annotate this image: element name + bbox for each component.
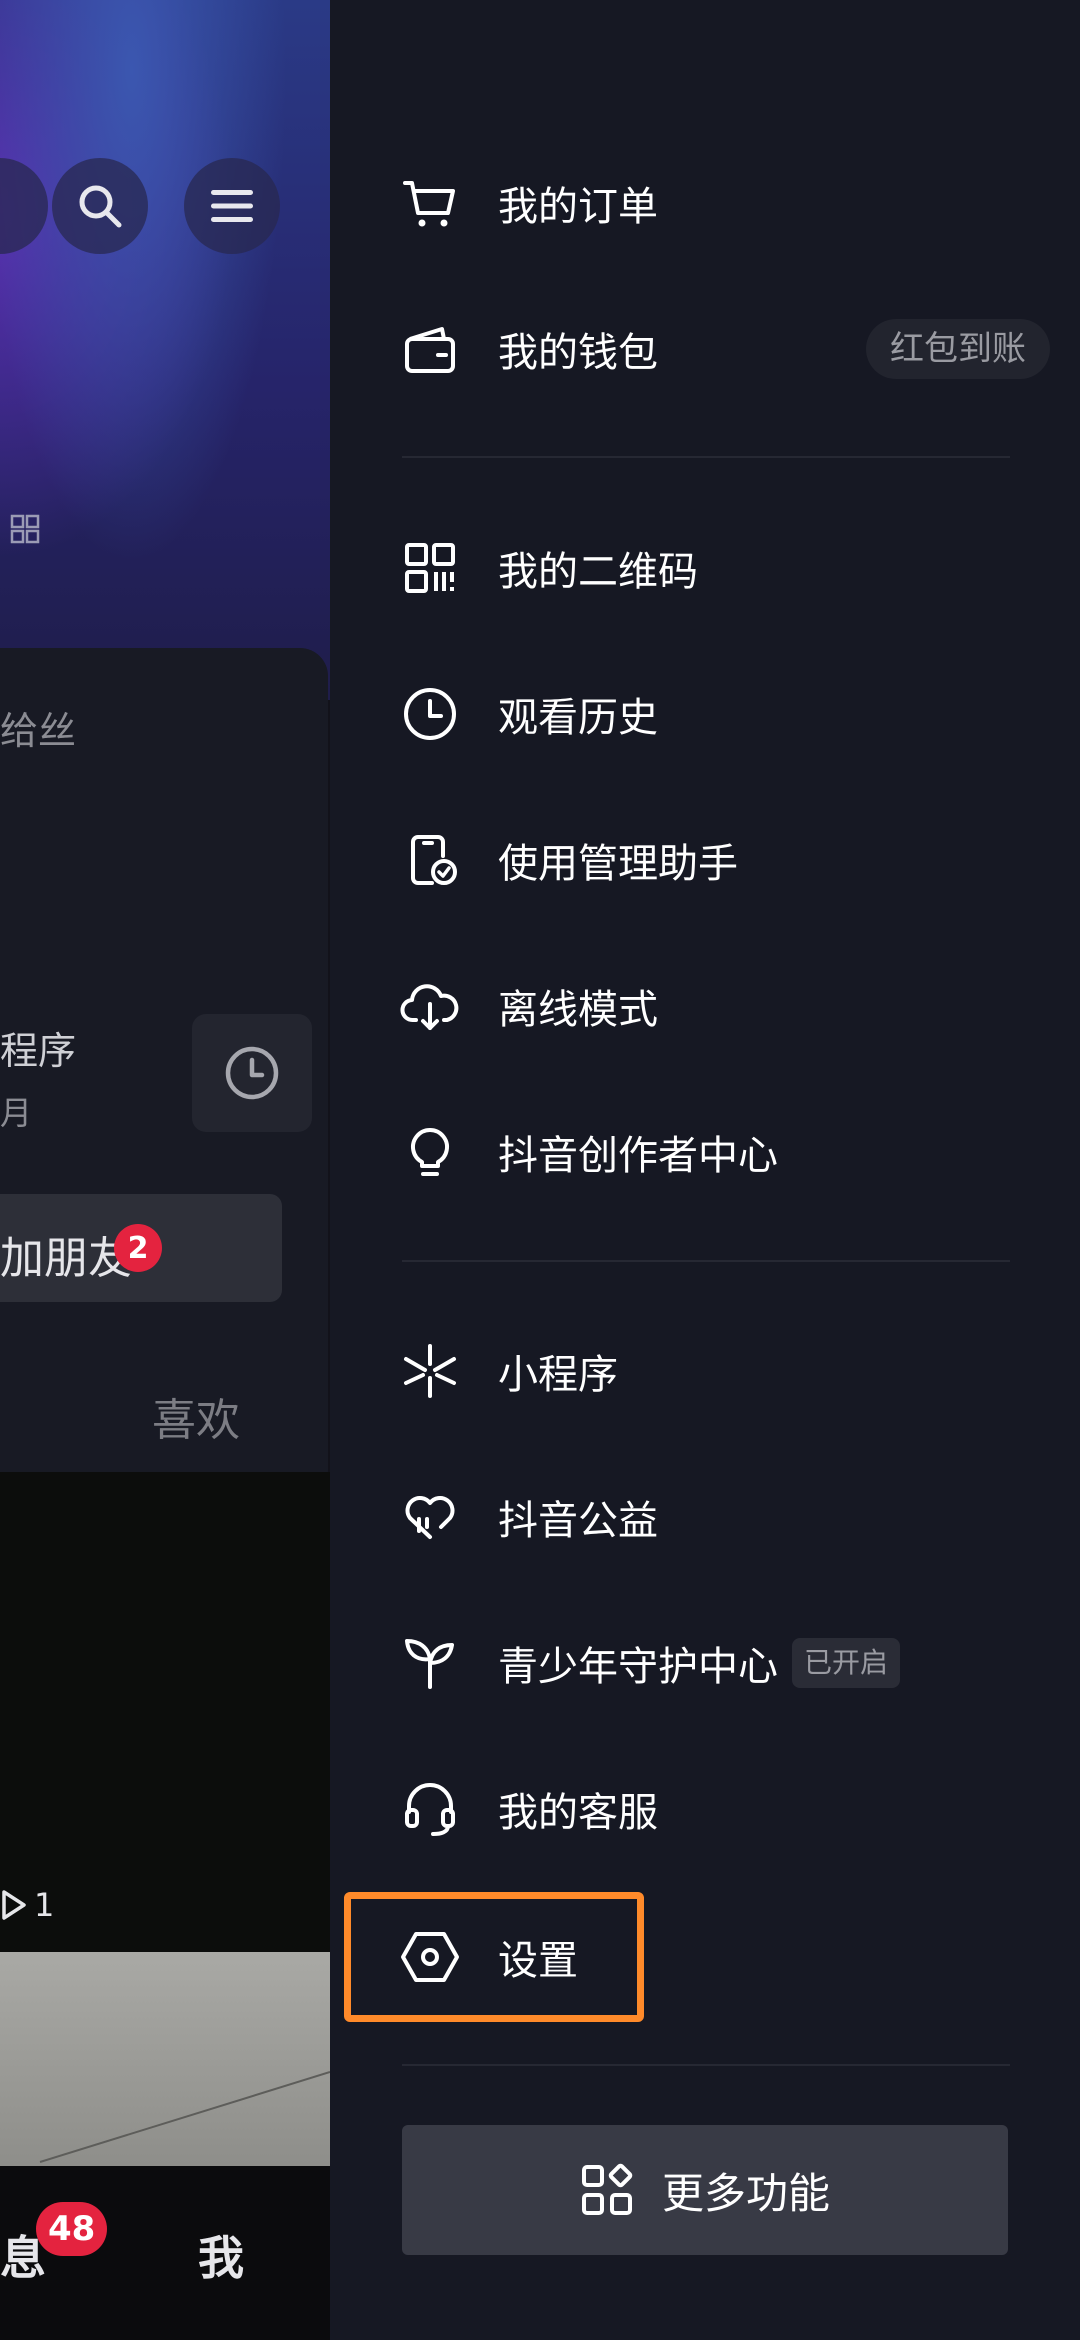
play-outline-icon (2, 1890, 26, 1920)
menu-item-label: 抖音公益 (498, 1498, 658, 1544)
menu-item-label: 青少年守护中心 (498, 1644, 778, 1690)
recent-button[interactable] (192, 1014, 312, 1132)
menu-item-qr-code[interactable]: 我的二维码 (400, 513, 1050, 623)
mini-program-entry-sub: 月 (0, 1094, 33, 1132)
qr-code-icon (400, 538, 460, 598)
menu-item-creator-center[interactable]: 抖音创作者中心 (400, 1097, 1050, 1207)
menu-item-label: 我的订单 (498, 184, 658, 230)
divider (402, 456, 1010, 458)
menu-button[interactable] (184, 158, 280, 254)
mini-program-entry-label[interactable]: 程序 (0, 1020, 76, 1075)
menu-item-orders[interactable]: 我的订单 (400, 148, 1050, 258)
menu-item-youth-protection[interactable]: 青少年守护中心 已开启 (400, 1608, 1050, 1718)
menu-item-label: 观看历史 (498, 695, 658, 741)
youth-protection-status-tag: 已开启 (792, 1638, 901, 1688)
cloud-download-icon (400, 976, 460, 1036)
profile-header-background (0, 0, 330, 700)
wallet-icon (400, 319, 460, 379)
phone-check-icon (400, 830, 460, 890)
menu-item-charity[interactable]: 抖音公益 (400, 1462, 1050, 1572)
side-drawer-menu: 我的订单 我的钱包 红包到账 我的二维码 观看历史 使用管理助手 离线模式 抖音… (330, 0, 1080, 2340)
search-icon (79, 185, 122, 228)
menu-item-label: 使用管理助手 (498, 841, 738, 887)
wallet-red-packet-pill: 红包到账 (866, 319, 1050, 379)
video-thumbnail[interactable] (0, 1472, 330, 1952)
lightbulb-icon (400, 1122, 460, 1182)
menu-item-label: 小程序 (498, 1352, 618, 1398)
more-features-label: 更多功能 (661, 2168, 830, 2218)
sprout-icon (400, 1633, 460, 1693)
menu-item-customer-service[interactable]: 我的客服 (400, 1754, 1050, 1864)
menu-item-watch-history[interactable]: 观看历史 (400, 659, 1050, 769)
menu-item-label: 离线模式 (498, 987, 658, 1033)
hamburger-icon (211, 190, 253, 222)
clock-icon (400, 684, 460, 744)
grid-small-icon (10, 514, 40, 544)
bottom-navigation (0, 2166, 330, 2340)
menu-item-label: 我的二维码 (498, 549, 698, 595)
menu-item-wallet[interactable]: 我的钱包 红包到账 (400, 294, 1050, 404)
video-thumbnail[interactable] (0, 1952, 330, 2166)
settings-highlight-box (344, 1892, 644, 2022)
headset-icon (400, 1779, 460, 1839)
apps-icon (581, 2163, 633, 2215)
view-count: 1 (0, 1886, 54, 1924)
menu-item-label: 我的钱包 (498, 330, 658, 376)
divider (402, 1260, 1010, 1262)
heart-icon (400, 1487, 460, 1547)
profile-page-background: 给丝 程序 月 加朋友 2 喜欢 1 消息 48 我 (0, 0, 330, 2340)
clock-icon (225, 1046, 279, 1100)
cart-icon (400, 173, 460, 233)
menu-item-label: 我的客服 (498, 1790, 658, 1836)
menu-item-usage-assistant[interactable]: 使用管理助手 (400, 805, 1050, 915)
menu-item-label: 抖音创作者中心 (498, 1133, 778, 1179)
more-features-button[interactable]: 更多功能 (402, 2125, 1008, 2255)
add-friends-label: 加朋友 (0, 1233, 132, 1284)
search-button[interactable] (52, 158, 148, 254)
friends-badge: 2 (114, 1224, 162, 1272)
fans-label: 给丝 (0, 709, 77, 753)
divider (402, 2064, 1010, 2066)
menu-item-mini-programs[interactable]: 小程序 (400, 1316, 1050, 1426)
mini-program-icon (400, 1341, 460, 1401)
menu-item-offline-mode[interactable]: 离线模式 (400, 951, 1050, 1061)
nav-me[interactable]: 我 (198, 2222, 244, 2288)
tab-likes[interactable]: 喜欢 (152, 1384, 240, 1448)
messages-badge: 48 (36, 2202, 108, 2256)
view-count-value: 1 (34, 1886, 55, 1924)
